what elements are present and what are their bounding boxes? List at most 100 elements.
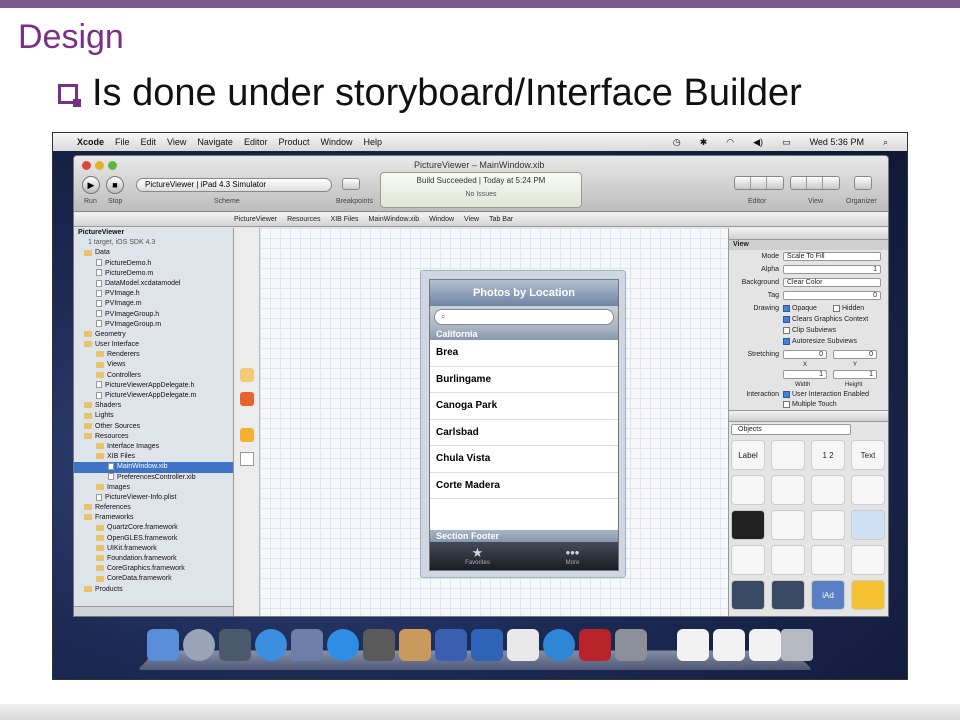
tree-item[interactable]: Interface Images [74,442,233,452]
itunes-icon[interactable] [543,629,575,661]
search-field[interactable]: ⌕ [434,309,614,325]
library-item-label[interactable]: Label [731,440,765,470]
library-item-table-view[interactable] [771,510,805,540]
tag-field[interactable]: 0 [783,291,881,300]
tree-item[interactable]: Products [74,585,233,595]
system-preferences-icon[interactable] [615,629,647,661]
crumb-project[interactable]: PictureViewer [234,216,277,223]
tree-item[interactable]: PVImageGroup.m [74,320,233,330]
crumb-resources[interactable]: Resources [287,216,320,223]
bluetooth-icon[interactable]: ✱ [700,137,708,148]
table-row[interactable]: Corte Madera [430,473,618,499]
tree-item[interactable]: PreferencesController.xib [74,473,233,483]
library-item-slider[interactable] [731,475,765,505]
stack-icon[interactable] [749,629,781,661]
menu-item-view[interactable]: View [167,137,186,147]
navigation-bar-title[interactable]: Photos by Location [430,280,618,306]
tree-item[interactable]: User Interface [74,340,233,350]
library-item-text-view[interactable] [731,545,765,575]
tab-more[interactable]: ••• More [525,542,618,570]
close-window-icon[interactable] [82,161,91,170]
view-preview[interactable]: Photos by Location ⌕ California Brea Bur… [429,279,619,571]
opaque-checkbox[interactable]: Opaque [783,304,817,314]
library-item-object[interactable] [851,580,885,610]
library-item-progress-view[interactable] [851,475,885,505]
menu-item-product[interactable]: Product [278,137,309,147]
zoom-window-icon[interactable] [108,161,117,170]
clip-checkbox[interactable]: Clip Subviews [783,326,836,336]
finder-icon[interactable] [147,629,179,661]
tree-item[interactable]: Geometry [74,330,233,340]
tree-item[interactable]: References [74,503,233,513]
library-item-page-control[interactable] [731,510,765,540]
app-delegate-icon[interactable] [240,428,254,442]
xcode-icon[interactable] [435,629,467,661]
mode-popup[interactable]: Scale To Fill [783,252,881,261]
stretch-x-field[interactable]: 0 [783,350,827,359]
first-responder-icon[interactable] [240,392,254,406]
table-row[interactable]: Burlingame [430,367,618,393]
library-item-text-field[interactable]: Text [851,440,885,470]
library-item-image-view[interactable] [851,510,885,540]
menu-item-help[interactable]: Help [364,137,383,147]
wifi-icon[interactable]: ◠ [726,137,734,148]
user-interaction-checkbox[interactable]: User Interaction Enabled [783,390,869,400]
multiple-touch-checkbox[interactable]: Multiple Touch [783,400,837,410]
library-item-switch[interactable] [771,475,805,505]
library-item-web-view[interactable] [811,545,845,575]
interface-builder-canvas[interactable]: Photos by Location ⌕ California Brea Bur… [260,228,728,616]
tree-item[interactable]: CoreData.framework [74,574,233,584]
window-object-icon[interactable] [240,452,254,466]
spotlight-icon[interactable]: ⌕ [883,137,888,148]
tree-item[interactable]: PictureViewerAppDelegate.h [74,381,233,391]
library-item-activity-indicator[interactable] [811,475,845,505]
crumb-xib-files[interactable]: XIB Files [331,216,359,223]
table-row[interactable]: Carlsbad [430,420,618,446]
run-button[interactable]: ▶ [82,176,100,194]
hidden-checkbox[interactable]: Hidden [833,304,864,314]
table-row[interactable]: Brea [430,340,618,367]
tree-item[interactable]: Shaders [74,401,233,411]
tab-bar[interactable]: ★ Favorites ••• More [430,542,618,570]
placeholder-cube-icon[interactable] [240,368,254,382]
menu-item-edit[interactable]: Edit [141,137,157,147]
app-store-icon[interactable] [255,629,287,661]
menu-item-xcode[interactable]: Xcode [77,137,104,147]
tree-item[interactable]: OpenGLES.framework [74,534,233,544]
organizer-button[interactable] [854,176,872,190]
search-bar[interactable]: ⌕ [430,306,618,328]
tree-item[interactable]: PVImage.m [74,299,233,309]
instruments-icon[interactable] [471,629,503,661]
launchpad-icon[interactable] [183,629,215,661]
library-item-view[interactable] [851,545,885,575]
library-item-navigation-bar[interactable] [731,580,765,610]
battery-icon[interactable]: ▭ [782,137,791,148]
volume-icon[interactable]: ◀) [753,137,763,148]
tree-item[interactable]: Controllers [74,371,233,381]
address-book-icon[interactable] [399,629,431,661]
document-icon[interactable] [677,629,709,661]
menu-clock[interactable]: Wed 5:36 PM [810,137,864,147]
tree-item[interactable]: PictureViewer [74,228,233,238]
library-item-round-rect-button[interactable] [771,440,805,470]
stop-button[interactable]: ■ [106,176,124,194]
crumb-tab-bar[interactable]: Tab Bar [489,216,513,223]
minimize-window-icon[interactable] [95,161,104,170]
tree-item[interactable]: PictureViewer-Info.plist [74,493,233,503]
tree-item[interactable]: Lights [74,411,233,421]
tab-favorites[interactable]: ★ Favorites [430,542,525,570]
tree-item[interactable]: PVImageGroup.h [74,310,233,320]
downloads-icon[interactable] [713,629,745,661]
autoresize-checkbox[interactable]: Autoresize Subviews [783,337,857,347]
clears-checkbox[interactable]: Clears Graphics Context [783,315,868,325]
calendar-icon[interactable] [507,629,539,661]
tree-item[interactable]: Foundation.framework [74,554,233,564]
library-item-toolbar[interactable] [771,580,805,610]
background-popup[interactable]: Clear Color [783,278,881,287]
menu-item-file[interactable]: File [115,137,130,147]
tree-item[interactable]: DataModel.xcdatamodel [74,279,233,289]
tree-item[interactable]: PictureViewerAppDelegate.m [74,391,233,401]
stretch-height-field[interactable]: 1 [833,370,877,379]
tree-item[interactable]: Other Sources [74,422,233,432]
tree-item[interactable]: Views [74,360,233,370]
